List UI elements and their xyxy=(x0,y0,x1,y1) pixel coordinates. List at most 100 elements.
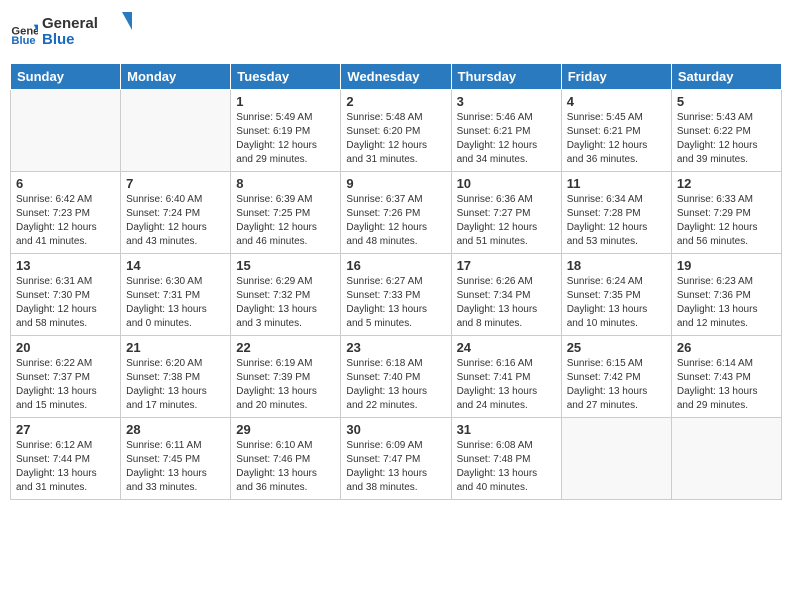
day-cell: 13Sunrise: 6:31 AM Sunset: 7:30 PM Dayli… xyxy=(11,254,121,336)
day-number: 10 xyxy=(457,176,556,191)
day-number: 11 xyxy=(567,176,666,191)
calendar-table: SundayMondayTuesdayWednesdayThursdayFrid… xyxy=(10,63,782,500)
day-info: Sunrise: 6:39 AM Sunset: 7:25 PM Dayligh… xyxy=(236,193,335,249)
day-number: 23 xyxy=(346,340,445,355)
week-row-4: 20 Sunrise: 6:22 AM Sunset: 7:37 PM Dayli… xyxy=(11,336,782,418)
day-header-wednesday: Wednesday xyxy=(341,64,451,90)
day-cell: 24 Sunrise: 6:16 AM Sunset: 7:41 PM Dayli… xyxy=(451,336,561,418)
day-number: 17 xyxy=(457,258,556,273)
day-cell: 27 Sunrise: 6:12 AM Sunset: 7:44 PM Dayli… xyxy=(11,418,121,500)
day-number: 6 xyxy=(16,176,115,191)
day-info: Sunrise: 6:09 AM Sunset: 7:47 PM Dayligh… xyxy=(346,439,445,495)
day-info: Sunrise: 6:30 AM Sunset: 7:31 PM Dayligh… xyxy=(126,275,225,331)
day-cell xyxy=(561,418,671,500)
day-cell: 19 Sunrise: 6:23 AM Sunset: 7:36 PM Dayli… xyxy=(671,254,781,336)
day-header-saturday: Saturday xyxy=(671,64,781,90)
week-row-2: 6 Sunrise: 6:42 AM Sunset: 7:23 PM Daylig… xyxy=(11,172,782,254)
day-number: 18 xyxy=(567,258,666,273)
day-cell: 9Sunrise: 6:37 AM Sunset: 7:26 PM Daylig… xyxy=(341,172,451,254)
day-cell: 29 Sunrise: 6:10 AM Sunset: 7:46 PM Dayli… xyxy=(231,418,341,500)
day-number: 21 xyxy=(126,340,225,355)
day-info: Sunrise: 6:23 AM Sunset: 7:36 PM Dayligh… xyxy=(677,275,776,331)
day-info: Sunrise: 5:45 AM Sunset: 6:21 PM Dayligh… xyxy=(567,111,666,167)
week-row-1: 1Sunrise: 5:49 AM Sunset: 6:19 PM Daylig… xyxy=(11,90,782,172)
day-info: Sunrise: 5:43 AM Sunset: 6:22 PM Dayligh… xyxy=(677,111,776,167)
day-info: Sunrise: 6:12 AM Sunset: 7:44 PM Dayligh… xyxy=(16,439,115,495)
day-cell: 7 Sunrise: 6:40 AM Sunset: 7:24 PM Daylig… xyxy=(121,172,231,254)
day-info: Sunrise: 6:16 AM Sunset: 7:41 PM Dayligh… xyxy=(457,357,556,413)
day-header-thursday: Thursday xyxy=(451,64,561,90)
logo: General Blue General Blue xyxy=(10,10,132,55)
day-cell: 17 Sunrise: 6:26 AM Sunset: 7:34 PM Dayli… xyxy=(451,254,561,336)
day-number: 25 xyxy=(567,340,666,355)
day-cell: 21Sunrise: 6:20 AM Sunset: 7:38 PM Dayli… xyxy=(121,336,231,418)
day-cell xyxy=(671,418,781,500)
day-number: 2 xyxy=(346,94,445,109)
day-number: 4 xyxy=(567,94,666,109)
day-number: 24 xyxy=(457,340,556,355)
day-cell: 1Sunrise: 5:49 AM Sunset: 6:19 PM Daylig… xyxy=(231,90,341,172)
day-info: Sunrise: 5:46 AM Sunset: 6:21 PM Dayligh… xyxy=(457,111,556,167)
svg-text:Blue: Blue xyxy=(42,31,75,48)
day-info: Sunrise: 6:27 AM Sunset: 7:33 PM Dayligh… xyxy=(346,275,445,331)
day-info: Sunrise: 6:08 AM Sunset: 7:48 PM Dayligh… xyxy=(457,439,556,495)
day-number: 1 xyxy=(236,94,335,109)
day-number: 19 xyxy=(677,258,776,273)
day-info: Sunrise: 6:42 AM Sunset: 7:23 PM Dayligh… xyxy=(16,193,115,249)
day-info: Sunrise: 5:48 AM Sunset: 6:20 PM Dayligh… xyxy=(346,111,445,167)
day-cell: 25Sunrise: 6:15 AM Sunset: 7:42 PM Dayli… xyxy=(561,336,671,418)
day-number: 7 xyxy=(126,176,225,191)
day-cell: 11Sunrise: 6:34 AM Sunset: 7:28 PM Dayli… xyxy=(561,172,671,254)
day-header-monday: Monday xyxy=(121,64,231,90)
day-cell: 8 Sunrise: 6:39 AM Sunset: 7:25 PM Daylig… xyxy=(231,172,341,254)
day-info: Sunrise: 6:33 AM Sunset: 7:29 PM Dayligh… xyxy=(677,193,776,249)
day-cell: 4 Sunrise: 5:45 AM Sunset: 6:21 PM Daylig… xyxy=(561,90,671,172)
day-header-tuesday: Tuesday xyxy=(231,64,341,90)
day-cell: 5 Sunrise: 5:43 AM Sunset: 6:22 PM Daylig… xyxy=(671,90,781,172)
day-cell: 16 Sunrise: 6:27 AM Sunset: 7:33 PM Dayli… xyxy=(341,254,451,336)
svg-text:Blue: Blue xyxy=(11,35,35,47)
day-cell: 31 Sunrise: 6:08 AM Sunset: 7:48 PM Dayli… xyxy=(451,418,561,500)
day-info: Sunrise: 6:26 AM Sunset: 7:34 PM Dayligh… xyxy=(457,275,556,331)
day-cell: 10 Sunrise: 6:36 AM Sunset: 7:27 PM Dayli… xyxy=(451,172,561,254)
page-header: General Blue General Blue xyxy=(10,10,782,55)
day-number: 5 xyxy=(677,94,776,109)
day-cell: 6 Sunrise: 6:42 AM Sunset: 7:23 PM Daylig… xyxy=(11,172,121,254)
day-number: 12 xyxy=(677,176,776,191)
day-info: Sunrise: 6:14 AM Sunset: 7:43 PM Dayligh… xyxy=(677,357,776,413)
day-number: 29 xyxy=(236,422,335,437)
header-row: SundayMondayTuesdayWednesdayThursdayFrid… xyxy=(11,64,782,90)
day-cell: 28Sunrise: 6:11 AM Sunset: 7:45 PM Dayli… xyxy=(121,418,231,500)
day-cell: 26 Sunrise: 6:14 AM Sunset: 7:43 PM Dayli… xyxy=(671,336,781,418)
day-number: 26 xyxy=(677,340,776,355)
day-number: 15 xyxy=(236,258,335,273)
day-cell xyxy=(11,90,121,172)
day-number: 3 xyxy=(457,94,556,109)
day-number: 30 xyxy=(346,422,445,437)
day-info: Sunrise: 6:22 AM Sunset: 7:37 PM Dayligh… xyxy=(16,357,115,413)
day-number: 22 xyxy=(236,340,335,355)
svg-text:General: General xyxy=(42,15,98,32)
logo-svg: General Blue xyxy=(42,10,132,50)
day-cell: 23Sunrise: 6:18 AM Sunset: 7:40 PM Dayli… xyxy=(341,336,451,418)
day-cell: 22 Sunrise: 6:19 AM Sunset: 7:39 PM Dayli… xyxy=(231,336,341,418)
day-info: Sunrise: 6:36 AM Sunset: 7:27 PM Dayligh… xyxy=(457,193,556,249)
day-number: 13 xyxy=(16,258,115,273)
day-number: 20 xyxy=(16,340,115,355)
day-info: Sunrise: 6:10 AM Sunset: 7:46 PM Dayligh… xyxy=(236,439,335,495)
day-info: Sunrise: 6:37 AM Sunset: 7:26 PM Dayligh… xyxy=(346,193,445,249)
day-number: 31 xyxy=(457,422,556,437)
day-number: 14 xyxy=(126,258,225,273)
day-info: Sunrise: 6:29 AM Sunset: 7:32 PM Dayligh… xyxy=(236,275,335,331)
logo-icon: General Blue xyxy=(10,19,38,47)
day-number: 16 xyxy=(346,258,445,273)
day-info: Sunrise: 6:40 AM Sunset: 7:24 PM Dayligh… xyxy=(126,193,225,249)
day-number: 27 xyxy=(16,422,115,437)
day-info: Sunrise: 6:24 AM Sunset: 7:35 PM Dayligh… xyxy=(567,275,666,331)
day-info: Sunrise: 6:11 AM Sunset: 7:45 PM Dayligh… xyxy=(126,439,225,495)
day-number: 8 xyxy=(236,176,335,191)
day-cell: 3 Sunrise: 5:46 AM Sunset: 6:21 PM Daylig… xyxy=(451,90,561,172)
day-info: Sunrise: 6:19 AM Sunset: 7:39 PM Dayligh… xyxy=(236,357,335,413)
day-cell: 15 Sunrise: 6:29 AM Sunset: 7:32 PM Dayli… xyxy=(231,254,341,336)
day-cell xyxy=(121,90,231,172)
